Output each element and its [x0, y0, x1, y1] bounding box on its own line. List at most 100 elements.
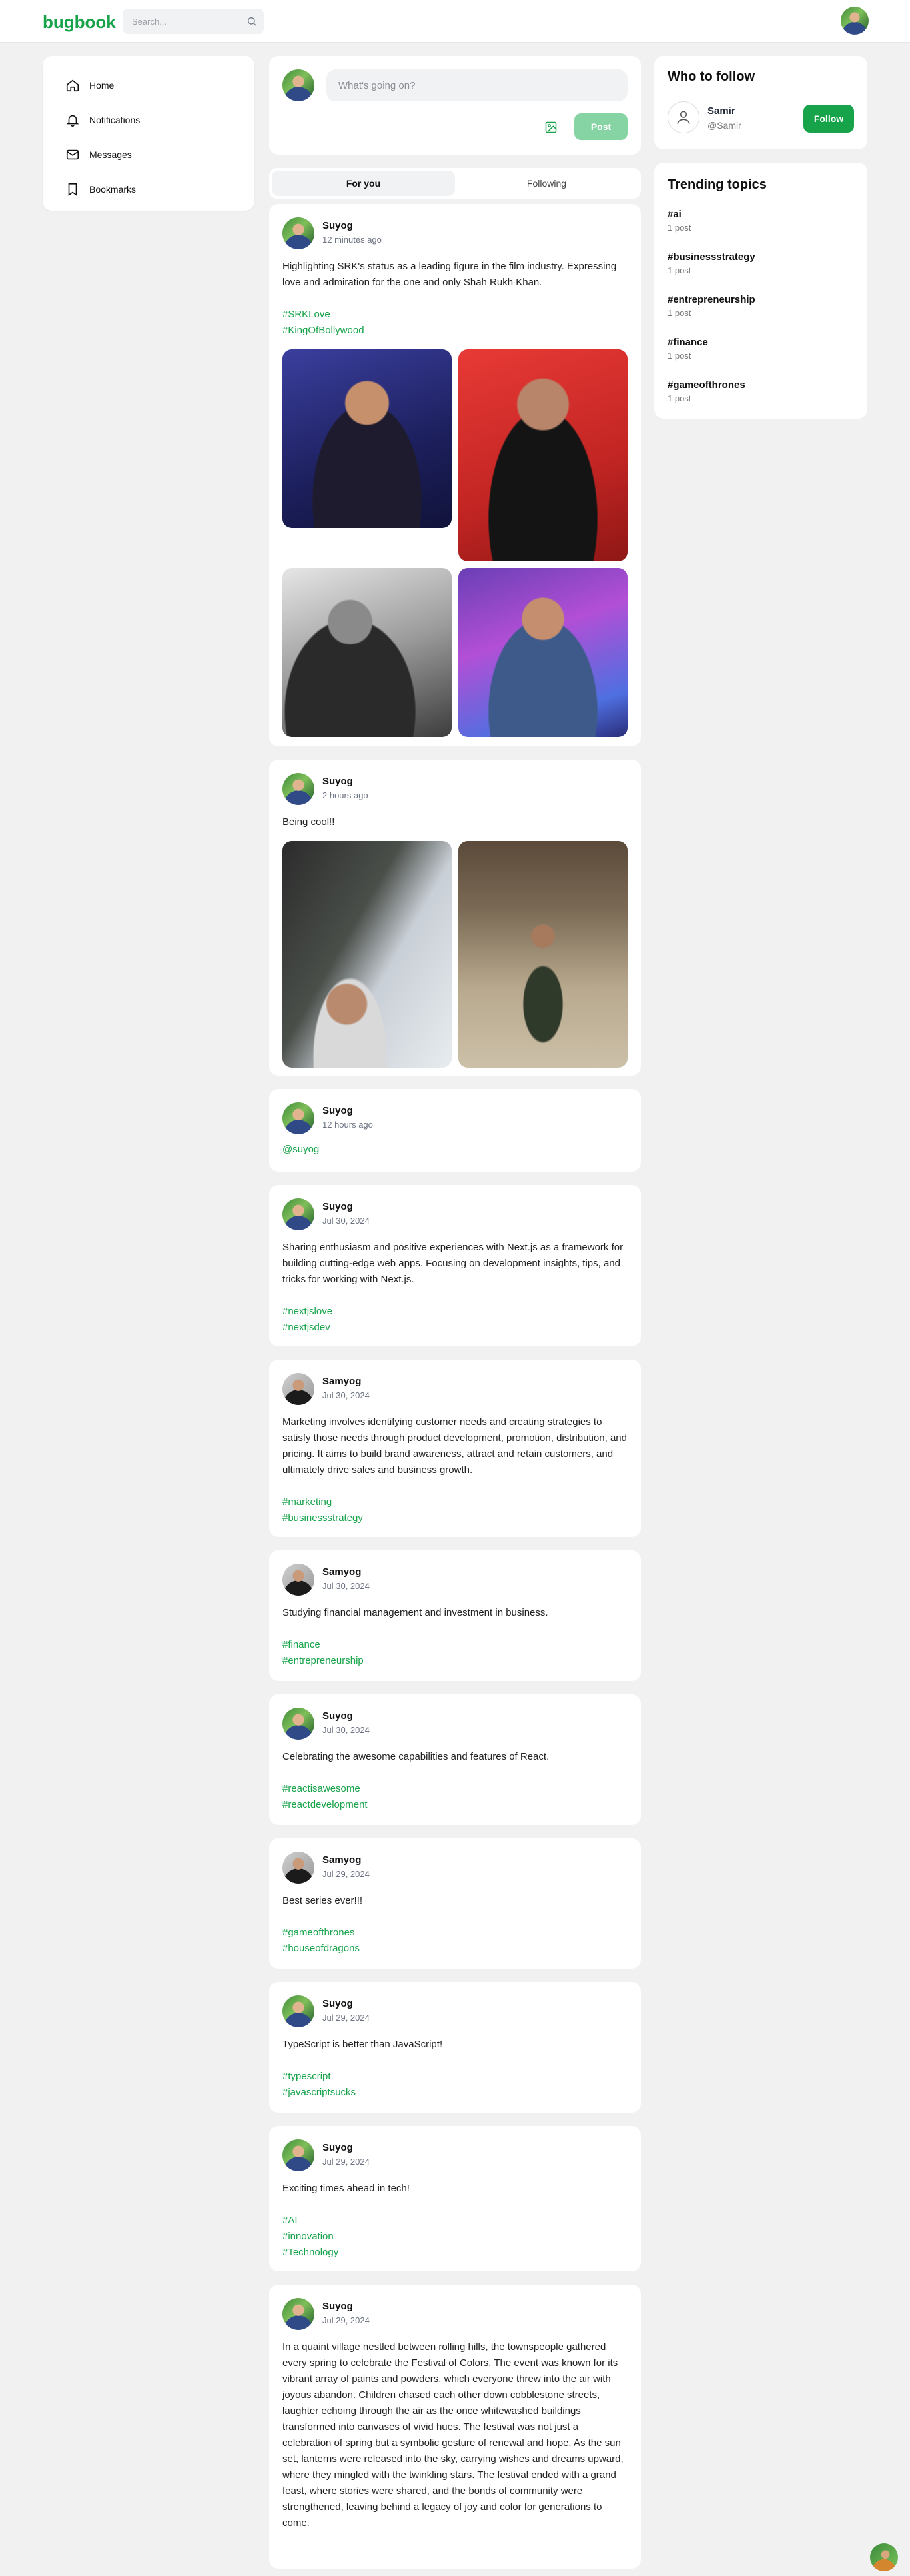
- post-time[interactable]: 2 hours ago: [322, 790, 368, 800]
- hashtag-link[interactable]: #typescript: [282, 2069, 628, 2085]
- post-avatar[interactable]: [282, 1995, 314, 2027]
- trending-topic[interactable]: #ai 1 post: [668, 209, 854, 251]
- hashtag-link[interactable]: #Technology: [282, 2245, 628, 2261]
- mention-link[interactable]: @suyog: [282, 1144, 628, 1155]
- who-to-follow-card: Who to follow Samir @Samir Follow: [654, 56, 867, 149]
- hashtag-link[interactable]: #houseofdragons: [282, 1941, 628, 1957]
- post-avatar[interactable]: [282, 217, 314, 249]
- post-avatar[interactable]: [282, 1852, 314, 1884]
- post-text: In a quaint village nestled between roll…: [282, 2341, 624, 2529]
- post-avatar[interactable]: [282, 1102, 314, 1134]
- hashtag-link[interactable]: #KingOfBollywood: [282, 323, 628, 339]
- post-author[interactable]: Suyog: [322, 776, 353, 787]
- trending-topic[interactable]: #gameofthrones 1 post: [668, 379, 854, 422]
- post-author[interactable]: Suyog: [322, 2301, 353, 2312]
- user-avatar[interactable]: [841, 7, 869, 35]
- hashtag-link[interactable]: #innovation: [282, 2229, 628, 2245]
- post-author[interactable]: Suyog: [322, 2142, 353, 2153]
- add-image-button[interactable]: [541, 117, 561, 137]
- post-time[interactable]: 12 minutes ago: [322, 235, 382, 245]
- hashtag-link[interactable]: #javascriptsucks: [282, 2085, 628, 2101]
- post-time[interactable]: 12 hours ago: [322, 1120, 373, 1130]
- post-avatar[interactable]: [282, 1373, 314, 1405]
- post-button[interactable]: Post: [574, 113, 628, 140]
- app-logo[interactable]: bugbook: [43, 12, 116, 33]
- user-icon: [677, 111, 690, 124]
- hashtag-link[interactable]: #reactisawesome: [282, 1781, 628, 1797]
- post-card: Suyog 2 hours ago Being cool!!: [269, 760, 641, 1076]
- hashtag-link[interactable]: #gameofthrones: [282, 1925, 628, 1941]
- post-avatar[interactable]: [282, 1198, 314, 1230]
- post-author[interactable]: Suyog: [322, 1710, 353, 1722]
- hashtag-link[interactable]: #reactdevelopment: [282, 1797, 628, 1813]
- search-input[interactable]: [123, 9, 264, 34]
- post-image[interactable]: [458, 568, 628, 737]
- search-icon[interactable]: [246, 16, 257, 27]
- trending-topic[interactable]: #businessstrategy 1 post: [668, 251, 854, 294]
- trending-title: Trending topics: [668, 177, 767, 192]
- post-author[interactable]: Suyog: [322, 1998, 353, 2009]
- post-avatar[interactable]: [282, 2298, 314, 2330]
- post-author[interactable]: Samyog: [322, 1566, 361, 1578]
- post-author[interactable]: Suyog: [322, 220, 353, 231]
- post-author[interactable]: Suyog: [322, 1201, 353, 1212]
- hashtag-link[interactable]: #nextjslove: [282, 1304, 628, 1320]
- hashtag-link[interactable]: #businessstrategy: [282, 1510, 628, 1526]
- feed-tabs: For you Following: [269, 168, 641, 199]
- sidebar-item-bookmarks[interactable]: Bookmarks: [55, 172, 242, 207]
- hashtag-link[interactable]: #entrepreneurship: [282, 1653, 628, 1669]
- sidebar-item-home[interactable]: Home: [55, 68, 242, 103]
- post-avatar[interactable]: [282, 1708, 314, 1740]
- post-avatar[interactable]: [282, 1564, 314, 1596]
- bookmark-icon: [68, 183, 77, 196]
- top-bar: bugbook: [0, 0, 910, 43]
- post-text: Exciting times ahead in tech!: [282, 2183, 410, 2194]
- post-image[interactable]: [458, 349, 628, 561]
- post-time[interactable]: Jul 29, 2024: [322, 2013, 370, 2023]
- post-time[interactable]: Jul 30, 2024: [322, 1581, 370, 1591]
- composer-input[interactable]: [326, 69, 628, 101]
- post-time[interactable]: Jul 30, 2024: [322, 1725, 370, 1735]
- post-author[interactable]: Samyog: [322, 1376, 361, 1387]
- post-composer: Post: [269, 56, 641, 155]
- post-image[interactable]: [282, 349, 452, 528]
- post-time[interactable]: Jul 29, 2024: [322, 1869, 370, 1879]
- trending-tag: #businessstrategy: [668, 251, 755, 263]
- hashtag-link[interactable]: #AI: [282, 2213, 628, 2229]
- suggested-user-handle[interactable]: @Samir: [707, 120, 741, 131]
- post-card: Suyog Jul 29, 2024 Exciting times ahead …: [269, 2126, 641, 2271]
- sidebar-item-messages[interactable]: Messages: [55, 137, 242, 172]
- avatar[interactable]: [668, 101, 699, 133]
- post-image[interactable]: [282, 841, 452, 1068]
- suggested-user-name[interactable]: Samir: [707, 105, 735, 117]
- post-text: Sharing enthusiasm and positive experien…: [282, 1242, 624, 1285]
- hashtag-link[interactable]: #marketing: [282, 1494, 628, 1510]
- post-text: Being cool!!: [282, 816, 335, 828]
- post-card: Suyog Jul 30, 2024 Celebrating the aweso…: [269, 1694, 641, 1825]
- floating-avatar[interactable]: [870, 2543, 898, 2571]
- hashtag-link[interactable]: #nextjsdev: [282, 1320, 628, 1336]
- hashtag-link[interactable]: #finance: [282, 1637, 628, 1653]
- trending-topic[interactable]: #entrepreneurship 1 post: [668, 294, 854, 337]
- sidebar-item-notifications[interactable]: Notifications: [55, 103, 242, 137]
- post-author[interactable]: Suyog: [322, 1105, 353, 1116]
- post-time[interactable]: Jul 29, 2024: [322, 2315, 370, 2325]
- post-time[interactable]: Jul 30, 2024: [322, 1390, 370, 1400]
- follow-button[interactable]: Follow: [803, 105, 854, 133]
- tab-following[interactable]: Following: [455, 171, 638, 196]
- post-avatar[interactable]: [282, 2139, 314, 2171]
- post-avatar[interactable]: [282, 773, 314, 805]
- mail-icon: [66, 149, 79, 160]
- post-time[interactable]: Jul 30, 2024: [322, 1216, 370, 1226]
- tab-for-you[interactable]: For you: [272, 171, 455, 196]
- hashtag-link[interactable]: #SRKLove: [282, 307, 628, 323]
- home-icon: [66, 79, 79, 92]
- post-time[interactable]: Jul 29, 2024: [322, 2157, 370, 2167]
- post-image[interactable]: [282, 568, 452, 737]
- trending-topic[interactable]: #finance 1 post: [668, 337, 854, 379]
- post-author[interactable]: Samyog: [322, 1854, 361, 1866]
- search-box[interactable]: [123, 9, 264, 34]
- post-image[interactable]: [458, 841, 628, 1068]
- sidebar-item-label: Bookmarks: [89, 184, 137, 195]
- trending-tag: #entrepreneurship: [668, 294, 755, 305]
